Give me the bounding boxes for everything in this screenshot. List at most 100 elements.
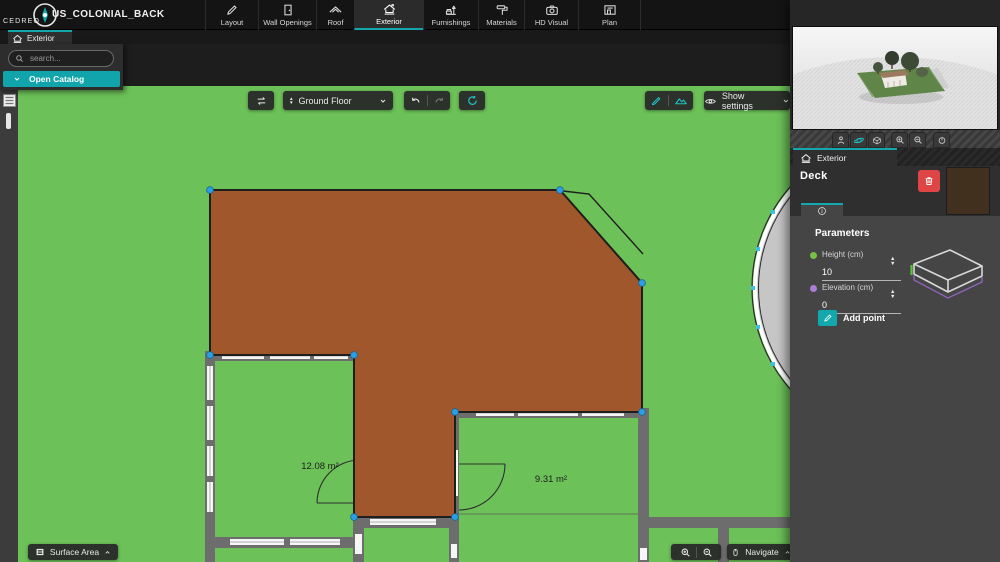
roof-icon <box>328 3 343 17</box>
info-icon <box>817 206 827 216</box>
height-dot-icon <box>810 252 817 259</box>
deck-polygon[interactable] <box>210 190 642 517</box>
house-icon <box>382 2 397 16</box>
3d-preview-scene <box>793 27 997 129</box>
tab-plan[interactable]: Plan <box>578 0 641 30</box>
floorplan-canvas[interactable]: 12.08 m² 9.31 m² ▲▼ Ground Floor Show se <box>18 86 790 562</box>
chevron-down-icon <box>13 75 21 83</box>
surface-area-button[interactable]: Surface Area <box>28 544 118 560</box>
refresh-surface-button[interactable] <box>459 91 485 110</box>
chevron-down-icon <box>379 97 387 105</box>
delete-button[interactable] <box>918 170 940 192</box>
elevation-dot-icon <box>810 285 817 292</box>
zoom-slider-handle[interactable] <box>6 113 11 129</box>
mouse-icon <box>731 547 740 558</box>
eye-icon <box>704 95 717 107</box>
zoom-in-icon[interactable] <box>680 547 691 558</box>
subtab-label: Exterior <box>27 34 55 43</box>
elevation-label: Elevation (cm) <box>822 283 873 292</box>
floorplan-drawing: 12.08 m² 9.31 m² <box>18 86 790 562</box>
tab-layout[interactable]: Layout <box>205 0 258 30</box>
plan-icon <box>603 3 617 17</box>
room-area-label-1: 12.08 m² <box>301 461 339 472</box>
navigate-button[interactable]: Navigate <box>727 544 790 560</box>
floor-selector[interactable]: ▲▼ Ground Floor <box>283 91 393 110</box>
zoom-out-icon <box>913 135 923 145</box>
layers-icon <box>3 94 16 107</box>
preview-zoom-in-button[interactable] <box>891 132 908 148</box>
navigate-label: Navigate <box>745 547 779 557</box>
add-point-label[interactable]: Add point <box>843 313 885 323</box>
floor-spinner[interactable]: ▲▼ <box>289 97 294 105</box>
sync-floors-button[interactable] <box>248 91 274 110</box>
paint-roller-icon <box>495 3 509 17</box>
redo-icon[interactable] <box>433 95 446 107</box>
camera-icon <box>545 3 559 17</box>
open-catalog-button[interactable]: Open Catalog <box>3 71 120 87</box>
plan-view-button[interactable] <box>868 132 885 148</box>
subtab-exterior[interactable]: Exterior <box>8 30 72 44</box>
selection-title: Deck <box>800 170 828 182</box>
sync-icon <box>255 95 268 107</box>
subtab-row: Exterior <box>0 30 790 44</box>
project-name: US_COLONIAL_BACK <box>52 0 162 30</box>
room-area-label-2: 9.31 m² <box>535 474 567 485</box>
deck-material-thumbnail[interactable] <box>946 167 990 215</box>
layers-button[interactable] <box>3 94 16 107</box>
preview-zoom-out-button[interactable] <box>909 132 926 148</box>
refresh-icon <box>466 94 479 107</box>
inspector-tab-label: Exterior <box>817 153 846 163</box>
zoom-buttons-group <box>671 544 721 560</box>
info-tab[interactable] <box>801 203 843 216</box>
tab-roof[interactable]: Roof <box>316 0 354 30</box>
house-icon <box>12 33 23 44</box>
tab-exterior[interactable]: Exterior <box>354 0 423 30</box>
open-catalog-label: Open Catalog <box>29 74 84 84</box>
trash-icon <box>923 175 935 187</box>
chevron-up-icon <box>104 549 111 556</box>
cedreo-logo-text: CEDREO <box>3 18 40 25</box>
list-icon <box>35 547 45 557</box>
tab-materials[interactable]: Materials <box>478 0 524 30</box>
left-tool-strip <box>0 86 18 562</box>
undo-redo-group <box>404 91 450 110</box>
preview-toolbar <box>790 130 1000 148</box>
terrain-icon[interactable] <box>674 94 688 107</box>
inspector-tab-exterior[interactable]: Exterior <box>793 148 897 166</box>
app-window: CEDREO US_COLONIAL_BACK Layout Wall Open… <box>0 0 1000 562</box>
catalog-panel: Open Catalog <box>0 44 123 90</box>
search-box[interactable] <box>8 50 114 67</box>
show-settings-label: Show settings <box>722 91 777 111</box>
inspector-panel: Exterior Deck Parameters Height (cm) ▲▼ <box>790 0 1000 562</box>
compass-button[interactable] <box>933 132 950 148</box>
height-stepper[interactable]: ▲▼ <box>890 257 895 267</box>
draw-surface-icon[interactable] <box>650 94 663 107</box>
3d-preview[interactable] <box>792 26 998 130</box>
show-settings-button[interactable]: Show settings <box>704 91 790 110</box>
elevation-stepper[interactable]: ▲▼ <box>890 290 895 300</box>
add-point-button[interactable] <box>818 310 837 326</box>
height-input[interactable] <box>822 267 882 279</box>
walkthrough-button[interactable] <box>832 132 849 148</box>
search-input[interactable] <box>28 53 106 64</box>
tab-wall-openings[interactable]: Wall Openings <box>258 0 316 30</box>
tab-furnishings[interactable]: Furnishings <box>423 0 478 30</box>
terrain-tools-group <box>645 91 693 110</box>
house-icon <box>800 152 812 164</box>
parameters-title: Parameters <box>815 228 869 239</box>
cube-icon <box>872 135 882 146</box>
zoom-out-icon[interactable] <box>702 547 713 558</box>
undo-icon[interactable] <box>409 95 422 107</box>
inspector-tab-row: Exterior <box>790 148 1000 166</box>
tab-hd-visual[interactable]: HD Visual <box>524 0 578 30</box>
parameters-panel: Parameters Height (cm) ▲▼ Elevation (cm)… <box>790 216 1000 562</box>
floor-selector-value: Ground Floor <box>299 96 374 106</box>
chevron-down-icon <box>782 97 790 105</box>
surface-area-label: Surface Area <box>50 547 99 557</box>
orbit-view-button[interactable] <box>850 132 867 148</box>
zoom-in-icon <box>895 135 905 145</box>
person-icon <box>836 135 846 146</box>
pool-circle[interactable] <box>751 135 790 441</box>
orbit-icon <box>853 135 865 146</box>
furniture-icon <box>444 3 458 17</box>
